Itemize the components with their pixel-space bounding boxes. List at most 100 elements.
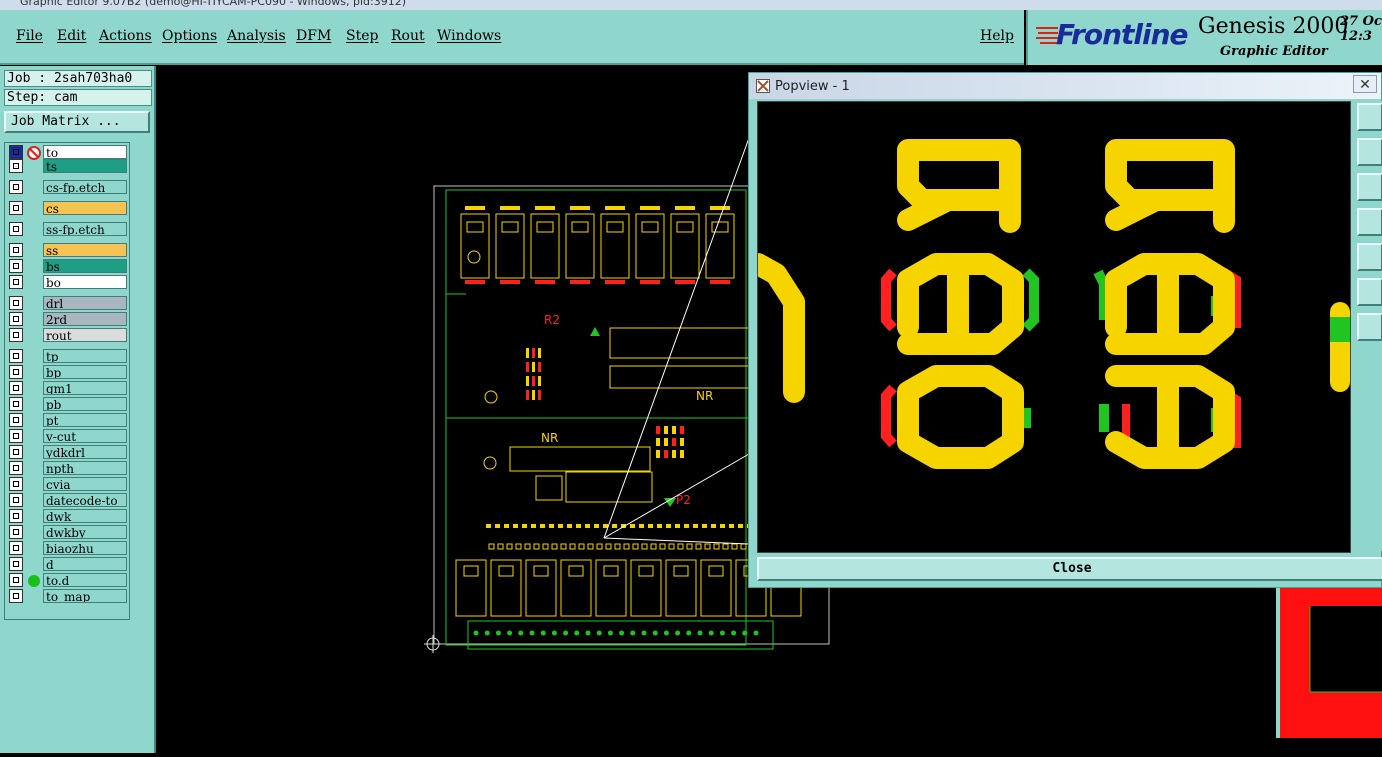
layer-name: to_map (43, 589, 127, 603)
menu-actions[interactable]: Actions (99, 28, 152, 44)
layer-checkbox[interactable] (9, 222, 23, 236)
layer-checkbox[interactable] (9, 365, 23, 379)
pan-down-icon[interactable] (1357, 173, 1382, 201)
relay-pads (710, 280, 730, 284)
pad (576, 524, 581, 528)
zoom-fit-icon[interactable] (1357, 278, 1382, 306)
connector-pin (753, 630, 759, 636)
layer-checkbox[interactable] (9, 445, 23, 459)
layer-checkbox[interactable] (9, 296, 23, 310)
layer-row-ts[interactable]: ts (7, 159, 127, 173)
layer-checkbox[interactable] (9, 477, 23, 491)
pad (488, 543, 495, 550)
layer-row-gm1[interactable]: gm1 (7, 381, 127, 395)
layer-checkbox[interactable] (9, 429, 23, 443)
popview-close-x-button[interactable]: ✕ (1353, 75, 1377, 93)
layer-row-ss-fp.etch[interactable]: ss-fp.etch (7, 222, 127, 236)
product-subtitle: Graphic Editor (1220, 44, 1328, 59)
layer-row-to_map[interactable]: to_map (7, 589, 127, 603)
connector-pin (697, 630, 703, 636)
layer-checkbox[interactable] (9, 259, 23, 273)
menu-file[interactable]: File (16, 28, 43, 44)
layer-row-2rd[interactable]: 2rd (7, 312, 127, 326)
brand-panel: Frontline Genesis 2000 Graphic Editor 27… (1026, 10, 1382, 65)
job-matrix-button[interactable]: Job Matrix ... (4, 111, 150, 133)
layer-row-pt[interactable]: pt (7, 413, 127, 427)
layer-row-bp[interactable]: bp (7, 365, 127, 379)
menu-windows[interactable]: Windows (437, 28, 501, 44)
layer-row-datecode-to[interactable]: datecode-to (7, 493, 127, 507)
relay-label-box (603, 565, 619, 577)
layer-row-drl[interactable]: drl (7, 296, 127, 310)
layer-checkbox[interactable] (9, 243, 23, 257)
layer-checkbox[interactable] (9, 493, 23, 507)
layer-row-dwkby[interactable]: dwkby (7, 525, 127, 539)
menu-edit[interactable]: Edit (57, 28, 86, 44)
popview-window[interactable]: Popview - 1 ✕ Close (747, 72, 1382, 588)
layer-row-tp[interactable]: tp (7, 349, 127, 363)
connector-pin (607, 630, 613, 636)
zoom-in-icon[interactable] (1357, 103, 1382, 131)
layer-row-bo[interactable]: bo (7, 275, 127, 289)
popview-title-bar[interactable]: Popview - 1 ✕ (749, 73, 1381, 99)
layer-checkbox[interactable] (9, 145, 23, 159)
layer-checkbox[interactable] (9, 381, 23, 395)
menu-help[interactable]: Help (980, 28, 1014, 44)
relay-pins (710, 206, 730, 210)
connector-pin (529, 630, 535, 636)
layer-checkbox[interactable] (9, 589, 23, 603)
layer-marker (27, 328, 41, 342)
resistor (538, 390, 541, 400)
menu-options[interactable]: Options (162, 28, 217, 44)
relay-pads (605, 280, 625, 284)
layer-name: cs-fp.etch (43, 180, 127, 194)
layer-row-cvia[interactable]: cvia (7, 477, 127, 491)
layer-row-d[interactable]: d (7, 557, 127, 571)
relay-outline (665, 559, 697, 617)
layer-checkbox[interactable] (9, 541, 23, 555)
layer-row-pb[interactable]: pb (7, 397, 127, 411)
pan-right-icon[interactable] (1357, 243, 1382, 271)
layer-checkbox[interactable] (9, 201, 23, 215)
layer-row-cs-fp.etch[interactable]: cs-fp.etch (7, 180, 127, 194)
menu-rout[interactable]: Rout (391, 28, 425, 44)
layer-checkbox[interactable] (9, 397, 23, 411)
popview-zoom-view[interactable] (747, 101, 1351, 553)
layer-checkbox[interactable] (9, 275, 23, 289)
layer-row-to[interactable]: to (7, 145, 127, 160)
menu-dfm[interactable]: DFM (296, 28, 331, 44)
layer-checkbox[interactable] (9, 525, 23, 539)
pan-up-icon[interactable] (1357, 138, 1382, 166)
layer-row-to.d[interactable]: to.d (7, 573, 127, 587)
layer-row-ss[interactable]: ss (7, 243, 127, 257)
layer-row-v-cut[interactable]: v-cut (7, 429, 127, 443)
layer-checkbox[interactable] (9, 573, 23, 587)
layer-checkbox[interactable] (9, 349, 23, 363)
layer-checkbox[interactable] (9, 159, 23, 173)
layer-checkbox[interactable] (9, 413, 23, 427)
zoom-center-icon[interactable] (1357, 313, 1382, 341)
layer-checkbox[interactable] (9, 328, 23, 342)
layer-row-rout[interactable]: rout (7, 328, 127, 342)
layer-checkbox[interactable] (9, 180, 23, 194)
layer-checkbox[interactable] (9, 461, 23, 475)
connector-pin (641, 630, 647, 636)
layer-marker (27, 296, 41, 310)
pad (738, 524, 743, 528)
layer-row-cs[interactable]: cs (7, 201, 127, 215)
pan-left-icon[interactable] (1357, 208, 1382, 236)
pad (632, 543, 639, 550)
layer-checkbox[interactable] (9, 557, 23, 571)
menu-step[interactable]: Step (346, 28, 378, 44)
layer-checkbox[interactable] (9, 509, 23, 523)
layer-row-bs[interactable]: bs (7, 259, 127, 273)
layer-row-biaozhu[interactable]: biaozhu (7, 541, 127, 555)
pad (533, 543, 540, 550)
layer-checkbox[interactable] (9, 312, 23, 326)
layer-name: bp (43, 365, 127, 379)
popview-close-button[interactable]: Close (757, 557, 1382, 581)
menu-analysis[interactable]: Analysis (227, 28, 286, 44)
layer-row-dwk[interactable]: dwk (7, 509, 127, 523)
layer-row-npth[interactable]: npth (7, 461, 127, 475)
layer-row-ydkdrl[interactable]: ydkdrl (7, 445, 127, 459)
